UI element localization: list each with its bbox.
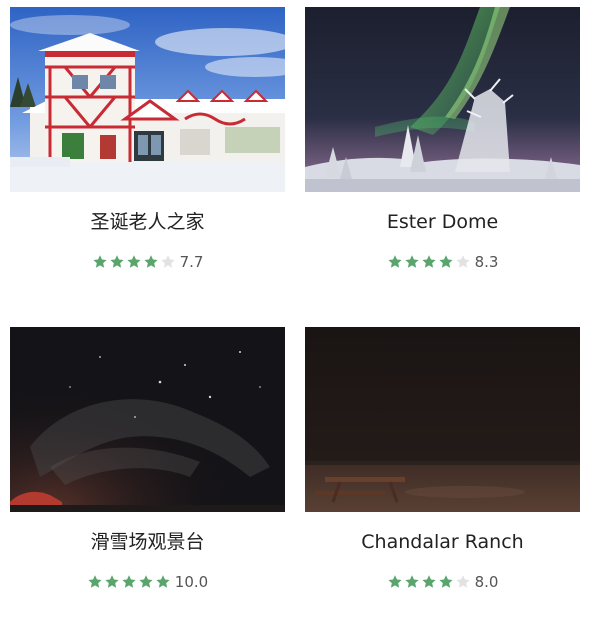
star-rating	[92, 254, 177, 270]
star-icon	[156, 575, 170, 588]
star-icon	[421, 255, 436, 268]
star-icon	[404, 575, 419, 588]
attraction-grid: 圣诞老人之家 7.7 Ester Dome 8.3 滑雪场观景台 10.0 Ch…	[0, 0, 598, 608]
night-sky-with-stars-photo[interactable]	[10, 327, 285, 512]
rating-score: 10.0	[174, 573, 209, 591]
rating: 7.7	[10, 252, 285, 272]
star-icon	[387, 255, 402, 268]
star-icon	[455, 255, 470, 268]
santa-claus-house-photo[interactable]	[10, 7, 285, 192]
star-icon	[404, 255, 419, 268]
star-icon	[126, 255, 141, 268]
star-icon	[105, 575, 119, 588]
star-icon	[143, 255, 158, 268]
dark-snowy-field-with-bench-photo[interactable]	[305, 327, 580, 512]
attraction-title[interactable]: 滑雪场观景台	[10, 530, 285, 554]
star-icon	[438, 255, 453, 268]
attraction-card[interactable]: Chandalar Ranch 8.0	[305, 327, 581, 617]
star-icon	[88, 575, 102, 588]
star-icon	[387, 575, 402, 588]
attraction-title[interactable]: Chandalar Ranch	[305, 530, 580, 554]
star-icon	[139, 575, 153, 588]
star-icon	[122, 575, 136, 588]
rating: 10.0	[10, 572, 285, 592]
star-icon	[92, 255, 107, 268]
star-rating	[387, 574, 472, 590]
star-icon	[421, 575, 436, 588]
rating-score: 7.7	[179, 253, 204, 271]
attraction-card[interactable]: 圣诞老人之家 7.7	[10, 7, 286, 297]
attraction-card[interactable]: 滑雪场观景台 10.0	[10, 327, 286, 617]
aurora-over-snowy-trees-photo[interactable]	[305, 7, 580, 192]
rating: 8.3	[305, 252, 580, 272]
attraction-title[interactable]: 圣诞老人之家	[10, 210, 285, 234]
star-icon	[160, 255, 175, 268]
star-icon	[455, 575, 470, 588]
rating-score: 8.0	[474, 573, 499, 591]
star-rating	[387, 254, 472, 270]
star-icon	[109, 255, 124, 268]
star-icon	[438, 575, 453, 588]
star-rating	[87, 574, 172, 590]
attraction-title[interactable]: Ester Dome	[305, 210, 580, 234]
rating: 8.0	[305, 572, 580, 592]
rating-score: 8.3	[474, 253, 499, 271]
attraction-card[interactable]: Ester Dome 8.3	[305, 7, 581, 297]
